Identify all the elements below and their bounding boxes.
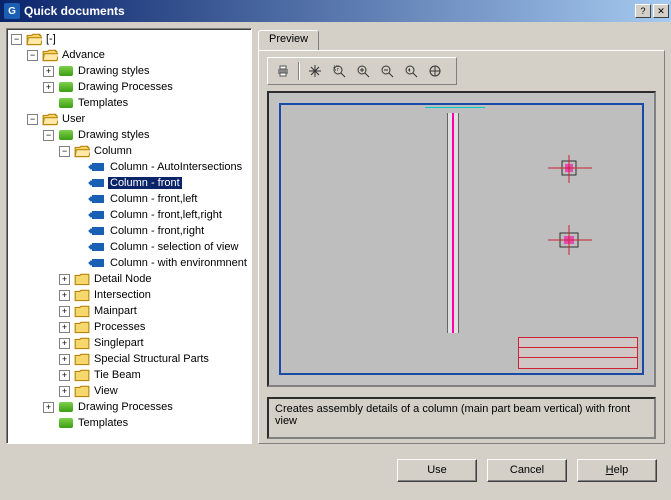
style-item-icon — [90, 256, 106, 270]
collapse-icon[interactable]: − — [27, 50, 38, 61]
root-node[interactable]: [-] — [44, 33, 58, 45]
zoom-window-button[interactable] — [328, 61, 350, 81]
collapse-icon[interactable]: − — [59, 146, 70, 157]
special-folder[interactable]: Special Structural Parts — [92, 353, 211, 365]
folder-icon — [74, 272, 90, 286]
expand-icon[interactable]: + — [59, 354, 70, 365]
help-suffix: elp — [614, 464, 629, 476]
style-item-icon — [90, 240, 106, 254]
adv-templates[interactable]: Templates — [76, 97, 130, 109]
expand-icon[interactable]: + — [59, 274, 70, 285]
folder-icon — [74, 336, 90, 350]
close-titlebar-button[interactable]: ✕ — [653, 4, 669, 18]
expand-icon[interactable]: + — [43, 402, 54, 413]
detail-view-1 — [546, 155, 594, 183]
tab-label: Preview — [269, 33, 308, 45]
expand-icon[interactable]: + — [59, 338, 70, 349]
preview-toolbar — [267, 57, 457, 85]
style-item-icon — [90, 208, 106, 222]
user-drawing-styles[interactable]: Drawing styles — [76, 129, 152, 141]
titlebar: G Quick documents ? ✕ — [0, 0, 671, 22]
folder-icon — [74, 320, 90, 334]
tab-preview[interactable]: Preview — [258, 30, 319, 50]
column-style-item[interactable]: Column - with environmnent — [108, 257, 249, 269]
folder-open-icon — [42, 48, 58, 62]
expand-icon[interactable]: + — [59, 370, 70, 381]
column-elevation — [447, 113, 459, 333]
view-folder[interactable]: View — [92, 385, 120, 397]
user-node[interactable]: User — [60, 113, 87, 125]
column-style-item[interactable]: Column - front — [108, 177, 182, 189]
advance-node[interactable]: Advance — [60, 49, 107, 61]
tree-view[interactable]: − [-] − Advance +Drawing style — [6, 28, 252, 444]
folder-icon — [74, 384, 90, 398]
style-item-icon — [90, 192, 106, 206]
user-templates[interactable]: Templates — [76, 417, 130, 429]
help-titlebar-button[interactable]: ? — [635, 4, 651, 18]
column-style-item[interactable]: Column - AutoIntersections — [108, 161, 244, 173]
zoom-previous-button[interactable] — [400, 61, 422, 81]
folder-icon — [74, 352, 90, 366]
adv-drawing-processes[interactable]: Drawing Processes — [76, 81, 175, 93]
tab-strip: Preview — [258, 28, 665, 50]
drawing-frame — [279, 103, 644, 375]
expand-icon[interactable]: + — [43, 82, 54, 93]
folder-open-icon — [74, 144, 90, 158]
window-title: Quick documents — [24, 4, 635, 18]
column-folder[interactable]: Column — [92, 145, 134, 157]
folder-icon — [74, 288, 90, 302]
expand-icon[interactable]: + — [59, 306, 70, 317]
tiebeam-folder[interactable]: Tie Beam — [92, 369, 143, 381]
styles-icon — [58, 64, 74, 78]
detail-node-folder[interactable]: Detail Node — [92, 273, 153, 285]
expand-icon[interactable]: + — [59, 386, 70, 397]
expand-icon[interactable]: + — [59, 290, 70, 301]
collapse-icon[interactable]: − — [27, 114, 38, 125]
collapse-icon[interactable]: − — [43, 130, 54, 141]
templates-icon — [58, 96, 74, 110]
adv-drawing-styles[interactable]: Drawing styles — [76, 65, 152, 77]
processes-icon — [58, 400, 74, 414]
preview-viewport[interactable] — [267, 91, 656, 387]
zoom-extents-button[interactable] — [424, 61, 446, 81]
column-style-item[interactable]: Column - selection of view — [108, 241, 240, 253]
style-item-icon — [90, 176, 106, 190]
folder-open-icon — [42, 112, 58, 126]
folder-icon — [74, 368, 90, 382]
description-text: Creates assembly details of a column (ma… — [275, 403, 630, 427]
user-drawing-processes[interactable]: Drawing Processes — [76, 401, 175, 413]
collapse-icon[interactable]: − — [11, 34, 22, 45]
print-button[interactable] — [272, 61, 294, 81]
folder-icon — [74, 304, 90, 318]
help-button[interactable]: Help — [577, 459, 657, 482]
detail-view-2 — [546, 225, 594, 255]
pan-button[interactable] — [304, 61, 326, 81]
column-style-item[interactable]: Column - front,left — [108, 193, 199, 205]
processes-icon — [58, 80, 74, 94]
description-box: Creates assembly details of a column (ma… — [267, 397, 656, 439]
styles-icon — [58, 128, 74, 142]
processes-folder[interactable]: Processes — [92, 321, 147, 333]
column-style-item[interactable]: Column - front,right — [108, 225, 206, 237]
singlepart-folder[interactable]: Singlepart — [92, 337, 146, 349]
style-item-icon — [90, 160, 106, 174]
templates-icon — [58, 416, 74, 430]
use-button[interactable]: Use — [397, 459, 477, 482]
style-item-icon — [90, 224, 106, 238]
zoom-out-button[interactable] — [376, 61, 398, 81]
column-style-item[interactable]: Column - front,left,right — [108, 209, 224, 221]
mainpart-folder[interactable]: Mainpart — [92, 305, 139, 317]
title-block — [518, 337, 638, 369]
expand-icon[interactable]: + — [59, 322, 70, 333]
folder-open-icon — [26, 32, 42, 46]
intersection-folder[interactable]: Intersection — [92, 289, 153, 301]
cancel-button[interactable]: Cancel — [487, 459, 567, 482]
zoom-in-button[interactable] — [352, 61, 374, 81]
app-icon: G — [4, 3, 20, 19]
expand-icon[interactable]: + — [43, 66, 54, 77]
dialog-buttons: Use Cancel Help — [0, 450, 671, 490]
